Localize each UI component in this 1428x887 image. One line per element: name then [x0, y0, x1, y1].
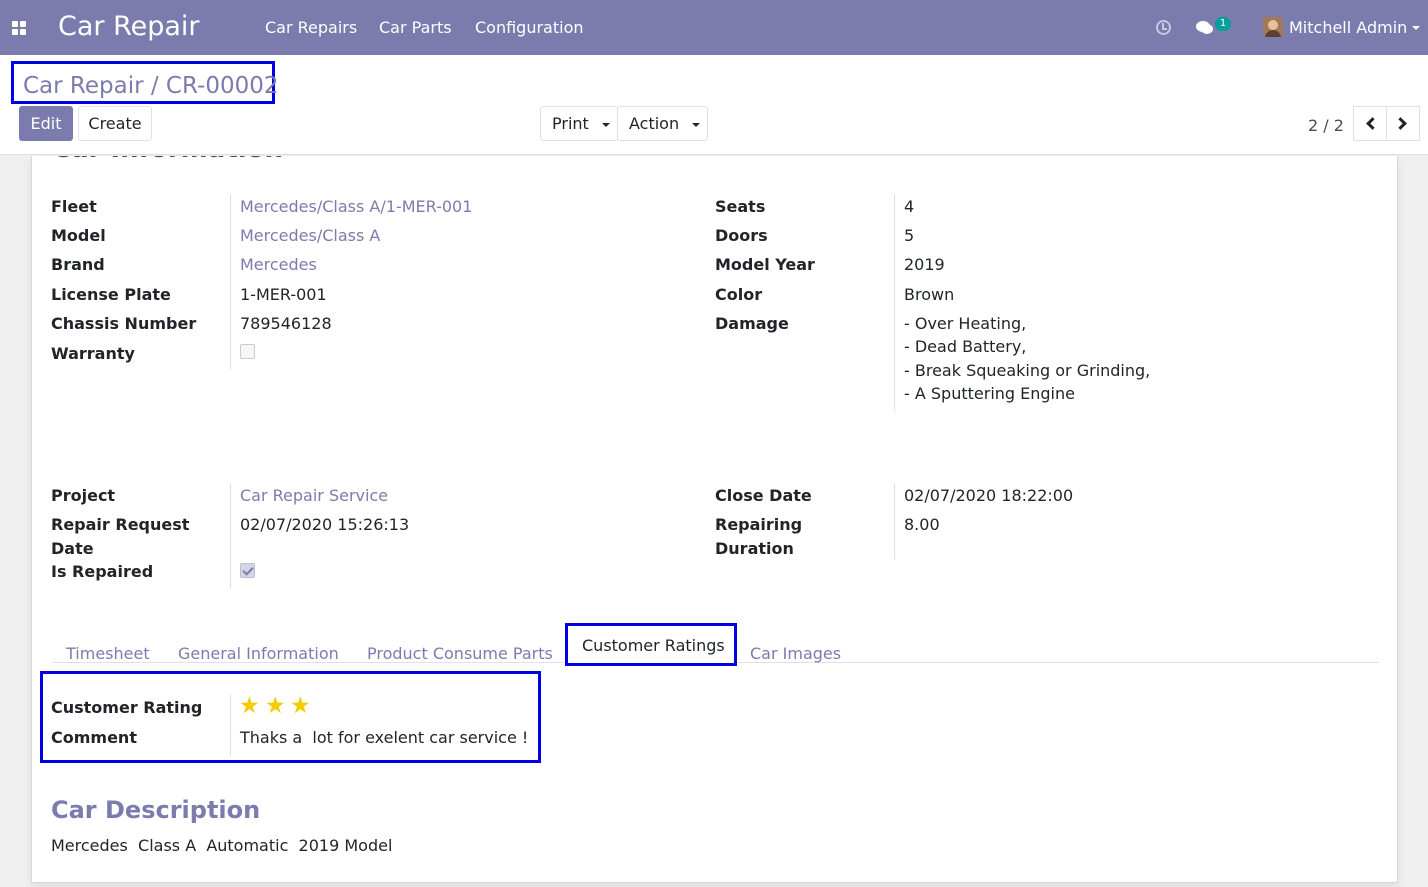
chat-icon[interactable]: [1196, 21, 1214, 35]
field-divider: [894, 194, 895, 411]
repair-request-date-value: 02/07/2020 15:26:13: [240, 515, 410, 534]
model-year-label: Model Year: [715, 255, 815, 274]
damage-line: - Over Heating,: [904, 314, 1027, 333]
doors-label: Doors: [715, 226, 768, 245]
menu-car-repairs[interactable]: Car Repairs: [265, 18, 357, 37]
action-label: Action: [629, 114, 680, 133]
tab-customer-ratings[interactable]: Customer Ratings: [565, 623, 737, 666]
close-date-label: Close Date: [715, 486, 812, 505]
tab-product-consume-parts[interactable]: Product Consume Parts: [367, 644, 553, 663]
model-year-value: 2019: [904, 255, 945, 274]
car-description-text: Mercedes Class A Automatic 2019 Model: [51, 836, 393, 855]
action-caret-icon: [692, 122, 701, 127]
pager-previous-button[interactable]: [1353, 106, 1387, 141]
star-icon[interactable]: ★: [239, 695, 260, 718]
chassis-number-value: 789546128: [240, 314, 332, 333]
menu-car-parts[interactable]: Car Parts: [379, 18, 452, 37]
app-title: Car Repair: [58, 11, 200, 42]
chevron-left-icon: [1366, 117, 1379, 130]
close-date-value: 02/07/2020 18:22:00: [904, 486, 1074, 505]
is-repaired-checkbox[interactable]: [240, 563, 255, 578]
damage-line: - A Sputtering Engine: [904, 384, 1075, 403]
user-menu-caret-icon[interactable]: [1412, 26, 1420, 30]
field-divider: [894, 483, 895, 559]
repair-request-label-line2: Date: [51, 539, 94, 558]
is-repaired-label: Is Repaired: [51, 562, 154, 581]
seats-value: 4: [904, 197, 915, 216]
breadcrumb[interactable]: Car Repair / CR-00002: [23, 73, 279, 99]
chat-count-badge: 1: [1215, 17, 1231, 31]
tab-general-information[interactable]: General Information: [178, 644, 339, 663]
pager-next-button[interactable]: [1386, 106, 1420, 141]
section-heading: Car Information: [52, 156, 283, 164]
repairing-duration-value: 8.00: [904, 515, 940, 534]
tab-car-images[interactable]: Car Images: [750, 644, 841, 663]
field-divider: [230, 483, 231, 589]
doors-value: 5: [904, 226, 915, 245]
seats-label: Seats: [715, 197, 766, 216]
model-value[interactable]: Mercedes/Class A: [240, 226, 380, 245]
print-dropdown[interactable]: Print: [540, 106, 618, 141]
form-sheet: Car Information Fleet Mercedes/Class A/1…: [31, 156, 1398, 883]
license-plate-label: License Plate: [51, 285, 171, 304]
breadcrumb-highlight: Car Repair / CR-00002: [11, 61, 279, 104]
control-panel: Car Repair / CR-00002 Edit Create Print …: [0, 55, 1428, 155]
user-avatar[interactable]: [1263, 17, 1283, 37]
chevron-right-icon: [1394, 117, 1407, 130]
project-label: Project: [51, 486, 116, 505]
color-value: Brown: [904, 285, 955, 304]
damage-line: - Break Squeaking or Grinding,: [904, 361, 1151, 380]
warranty-checkbox[interactable]: [240, 344, 255, 359]
activity-clock-icon[interactable]: [1156, 20, 1171, 35]
tab-customer-ratings-label: Customer Ratings: [582, 636, 725, 655]
field-divider: [230, 694, 231, 756]
customer-rating-label: Customer Rating: [51, 698, 203, 717]
apps-menu-icon[interactable]: [12, 21, 26, 35]
top-navbar: Car Repair Car Repairs Car Parts Configu…: [0, 0, 1428, 55]
print-label: Print: [552, 114, 589, 133]
comment-value: Thaks a lot for exelent car service !: [240, 728, 529, 747]
menu-configuration[interactable]: Configuration: [475, 18, 584, 37]
field-divider: [230, 194, 231, 370]
print-caret-icon: [601, 122, 610, 127]
fleet-label: Fleet: [51, 197, 97, 216]
license-plate-value: 1-MER-001: [240, 285, 327, 304]
repair-request-label: Repair Request: [51, 515, 190, 534]
edit-button[interactable]: Edit: [19, 106, 73, 141]
star-icon[interactable]: ★: [290, 695, 311, 718]
action-dropdown[interactable]: Action: [617, 106, 708, 141]
user-menu[interactable]: Mitchell Admin: [1289, 18, 1407, 37]
brand-value[interactable]: Mercedes: [240, 255, 317, 274]
repairing-duration-label-line2: Duration: [715, 539, 794, 558]
fleet-value[interactable]: Mercedes/Class A/1-MER-001: [240, 197, 472, 216]
tab-timesheet[interactable]: Timesheet: [66, 644, 150, 663]
color-label: Color: [715, 285, 763, 304]
star-icon[interactable]: ★: [265, 695, 286, 718]
project-value[interactable]: Car Repair Service: [240, 486, 388, 505]
pager-value[interactable]: 2 / 2: [1308, 116, 1344, 135]
create-button[interactable]: Create: [78, 106, 152, 141]
warranty-label: Warranty: [51, 344, 135, 363]
car-description-title: Car Description: [51, 796, 261, 824]
damage-label: Damage: [715, 314, 789, 333]
damage-line: - Dead Battery,: [904, 337, 1027, 356]
comment-label: Comment: [51, 728, 137, 747]
chassis-number-label: Chassis Number: [51, 314, 197, 333]
model-label: Model: [51, 226, 106, 245]
brand-label: Brand: [51, 255, 105, 274]
repairing-duration-label: Repairing: [715, 515, 803, 534]
